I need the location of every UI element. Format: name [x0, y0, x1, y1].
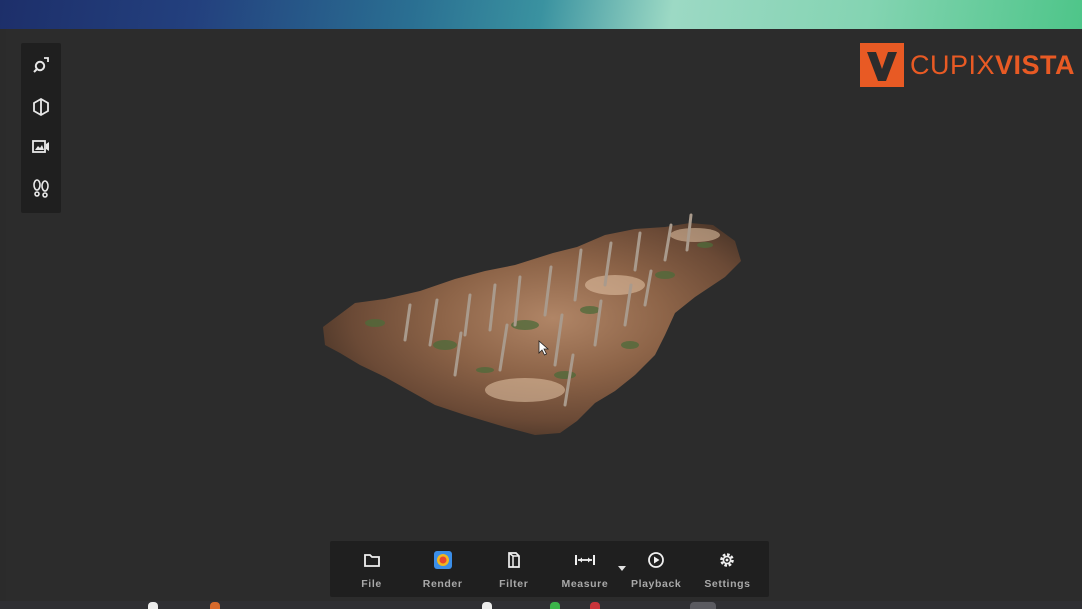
section-box-icon	[33, 97, 49, 116]
render-button[interactable]: Render	[418, 543, 468, 595]
section-box-button[interactable]	[25, 92, 57, 123]
settings-button[interactable]: Settings	[702, 543, 752, 595]
mouse-cursor-icon	[538, 340, 550, 356]
measure-button[interactable]: Measure	[560, 543, 626, 595]
playback-button[interactable]: Playback	[631, 543, 681, 595]
playback-label: Playback	[630, 577, 682, 590]
play-circle-icon	[648, 551, 665, 568]
title-bar-gradient	[0, 0, 1082, 29]
measure-label: Measure	[561, 577, 609, 590]
filter-label: Filter	[499, 577, 529, 590]
zoom-extent-button[interactable]	[25, 51, 57, 82]
file-label: File	[361, 577, 382, 590]
brand-name: CUPIXVISTA	[910, 50, 1075, 81]
render-label: Render	[422, 577, 463, 590]
gear-icon	[720, 552, 735, 567]
brand-name-bold: VISTA	[995, 49, 1076, 80]
os-taskbar	[0, 601, 1082, 609]
filter-icon	[507, 551, 520, 568]
taskbar-app-icon[interactable]	[210, 602, 220, 609]
camera-capture-button[interactable]	[25, 132, 57, 163]
zoom-extent-icon	[33, 57, 49, 73]
render-icon	[433, 550, 452, 569]
measure-icon	[574, 554, 595, 565]
walkthrough-button[interactable]	[25, 173, 57, 204]
file-button[interactable]: File	[347, 543, 397, 595]
taskbar-app-icon[interactable]	[482, 602, 492, 609]
settings-label: Settings	[704, 577, 751, 590]
taskbar-app-icon[interactable]	[148, 602, 158, 609]
folder-icon	[363, 553, 380, 567]
taskbar-app-icon[interactable]	[690, 602, 716, 609]
taskbar-app-icon[interactable]	[550, 602, 560, 609]
measure-dropdown-icon[interactable]	[617, 566, 626, 571]
cupix-logo-icon	[860, 43, 904, 87]
footprints-icon	[33, 178, 49, 198]
bottom-toolbar: File Render Filter Measure Playback Sett…	[330, 541, 769, 597]
point-cloud-model[interactable]	[315, 205, 745, 440]
brand-name-light: CUPIX	[910, 49, 996, 80]
camera-capture-icon	[32, 140, 49, 154]
filter-button[interactable]: Filter	[489, 543, 539, 595]
cupix-vista-logo: CUPIXVISTA	[860, 43, 1075, 87]
left-toolbar	[21, 43, 61, 213]
taskbar-app-icon[interactable]	[590, 602, 600, 609]
